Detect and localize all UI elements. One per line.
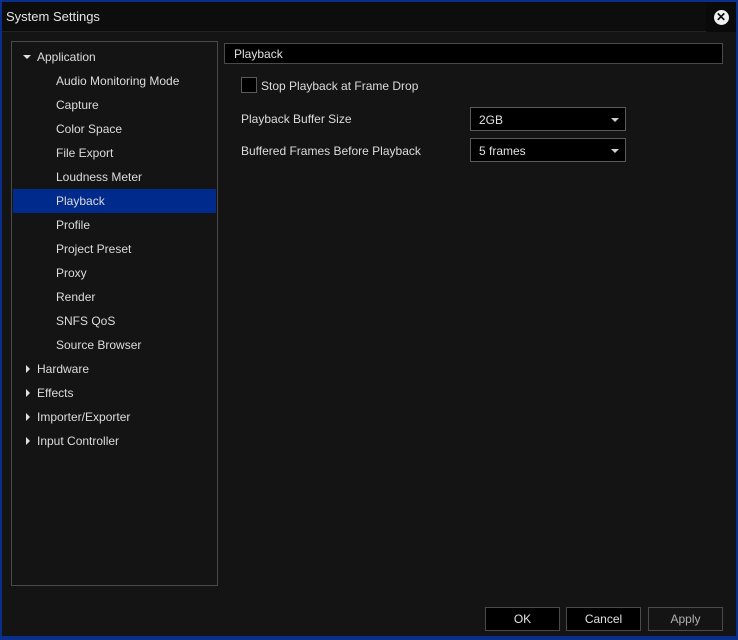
tree-item-label: Loudness Meter	[56, 170, 143, 184]
dropdown-value: 5 frames	[479, 144, 526, 158]
buffered-frames-dropdown[interactable]: 5 frames	[470, 138, 626, 162]
tree-item-label: Capture	[56, 98, 99, 112]
expand-arrow-down-icon[interactable]	[23, 55, 31, 59]
tree-item-label: File Export	[56, 146, 114, 160]
checkbox-label: Stop Playback at Frame Drop	[261, 79, 419, 93]
tree-item-label: Audio Monitoring Mode	[56, 74, 180, 88]
close-button[interactable]: ✕	[706, 2, 736, 32]
tree-item-label: Source Browser	[56, 338, 142, 352]
tree-item-label: Application	[37, 50, 96, 64]
tree-item-capture[interactable]: Capture	[13, 93, 216, 117]
tree-item-project-preset[interactable]: Project Preset	[13, 237, 216, 261]
playback-buffer-size-label: Playback Buffer Size	[241, 112, 352, 126]
tree-item-source-browser[interactable]: Source Browser	[13, 333, 216, 357]
tree-item-profile[interactable]: Profile	[13, 213, 216, 237]
chevron-down-icon	[611, 118, 619, 122]
tree-item-color-space[interactable]: Color Space	[13, 117, 216, 141]
window-title: System Settings	[6, 9, 100, 24]
tree-item-effects[interactable]: Effects	[13, 381, 216, 405]
tree-item-label: Profile	[56, 218, 91, 232]
chevron-down-icon	[611, 149, 619, 153]
tree-item-application[interactable]: Application	[13, 45, 216, 69]
cancel-button[interactable]: Cancel	[566, 607, 641, 631]
section-header: Playback	[224, 43, 723, 64]
tree-item-label: Playback	[56, 194, 105, 208]
playback-buffer-size-dropdown[interactable]: 2GB	[470, 107, 626, 131]
tree-item-label: Render	[56, 290, 96, 304]
buffered-frames-label: Buffered Frames Before Playback	[241, 144, 421, 158]
tree-item-label: Effects	[37, 386, 74, 400]
expand-arrow-right-icon[interactable]	[26, 413, 30, 421]
tree-item-input-controller[interactable]: Input Controller	[13, 429, 216, 453]
apply-button[interactable]: Apply	[648, 607, 723, 631]
close-icon: ✕	[713, 9, 729, 25]
tree-item-hardware[interactable]: Hardware	[13, 357, 216, 381]
tree-item-playback[interactable]: Playback	[13, 189, 216, 213]
tree-item-label: SNFS QoS	[56, 314, 116, 328]
tree-item-label: Project Preset	[56, 242, 132, 256]
expand-arrow-right-icon[interactable]	[26, 389, 30, 397]
section-title: Playback	[234, 47, 283, 61]
tree-item-file-export[interactable]: File Export	[13, 141, 216, 165]
tree-item-audio-monitoring-mode[interactable]: Audio Monitoring Mode	[13, 69, 216, 93]
tree-item-proxy[interactable]: Proxy	[13, 261, 216, 285]
expand-arrow-right-icon[interactable]	[26, 365, 30, 373]
tree-item-label: Proxy	[56, 266, 87, 280]
tree-item-snfs-qos[interactable]: SNFS QoS	[13, 309, 216, 333]
dropdown-value: 2GB	[479, 113, 504, 127]
ok-button[interactable]: OK	[485, 607, 560, 631]
tree-item-label: Importer/Exporter	[37, 410, 131, 424]
tree-item-loudness-meter[interactable]: Loudness Meter	[13, 165, 216, 189]
title-bar: System Settings ✕	[2, 2, 736, 32]
expand-arrow-right-icon[interactable]	[26, 437, 30, 445]
tree-item-render[interactable]: Render	[13, 285, 216, 309]
tree-item-label: Input Controller	[37, 434, 120, 448]
checkbox-box[interactable]	[241, 77, 257, 93]
tree-item-label: Hardware	[37, 362, 90, 376]
tree-item-label: Color Space	[56, 122, 123, 136]
settings-tree: Application Audio Monitoring Mode Capture C…	[11, 41, 218, 586]
tree-item-importer-exporter[interactable]: Importer/Exporter	[13, 405, 216, 429]
